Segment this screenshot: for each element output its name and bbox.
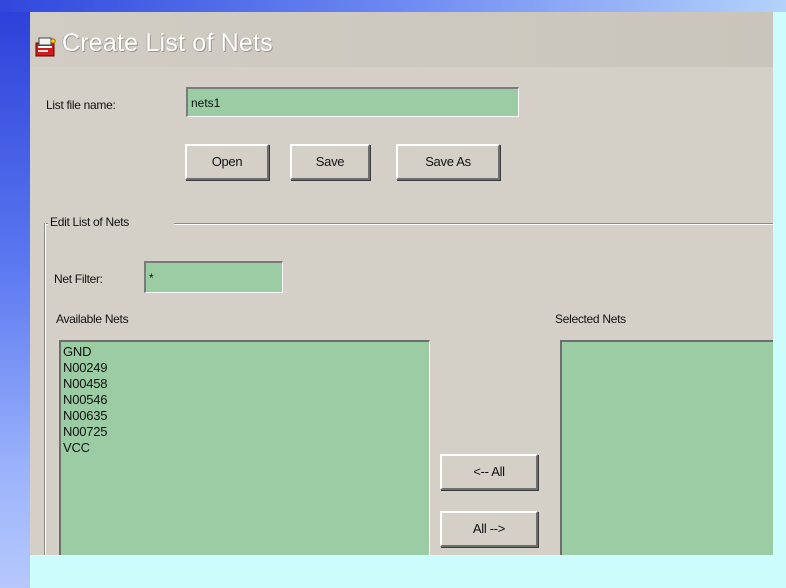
window-title: Create List of Nets xyxy=(62,29,273,57)
remove-all-button[interactable]: <-- All xyxy=(440,454,538,490)
create-list-of-nets-dialog: Create List of Nets List file name: Open… xyxy=(30,12,773,555)
list-item[interactable]: N00458 xyxy=(63,376,427,392)
list-item[interactable]: N00635 xyxy=(63,408,427,424)
group-border-top xyxy=(174,223,773,224)
list-item[interactable]: GND xyxy=(63,344,427,360)
list-file-name-label: List file name: xyxy=(46,98,116,112)
slide-top-accent-bar xyxy=(0,0,786,12)
save-as-button[interactable]: Save As xyxy=(396,144,500,180)
list-item[interactable]: N00249 xyxy=(63,360,427,376)
title-bar: Create List of Nets xyxy=(30,12,773,67)
slide-left-accent-bar xyxy=(0,0,30,588)
net-filter-input[interactable] xyxy=(144,261,283,293)
open-button[interactable]: Open xyxy=(185,144,269,180)
edit-list-group-title: Edit List of Nets xyxy=(50,215,129,229)
list-item[interactable]: N00546 xyxy=(63,392,427,408)
list-item[interactable]: N00725 xyxy=(63,424,427,440)
selected-nets-label: Selected Nets xyxy=(555,312,626,326)
net-filter-label: Net Filter: xyxy=(54,272,103,286)
app-icon xyxy=(34,34,58,58)
selected-nets-list[interactable] xyxy=(560,340,773,555)
group-border-left xyxy=(44,223,45,555)
list-item[interactable]: VCC xyxy=(63,440,427,456)
available-nets-label: Available Nets xyxy=(56,312,129,326)
save-button[interactable]: Save xyxy=(290,144,370,180)
add-all-button[interactable]: All --> xyxy=(440,511,538,547)
list-file-name-input[interactable] xyxy=(186,87,519,117)
available-nets-list[interactable]: GND N00249 N00458 N00546 N00635 N00725 V… xyxy=(59,340,430,555)
